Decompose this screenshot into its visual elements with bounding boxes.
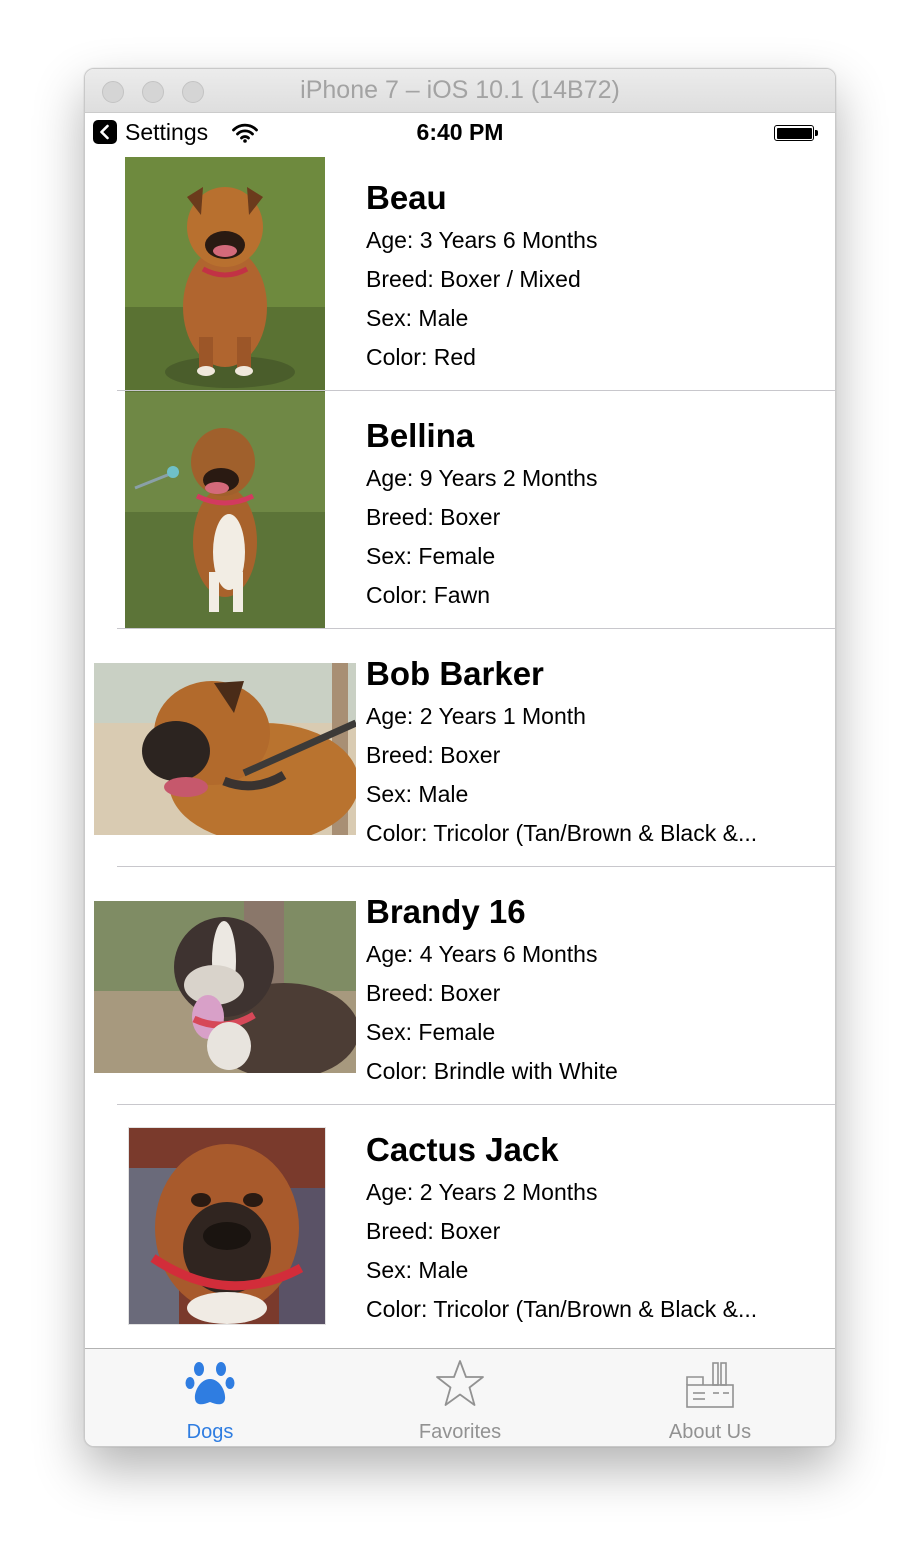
dog-list[interactable]: Beau Age: 3 Years 6 Months Breed: Boxer … — [85, 153, 835, 1349]
dog-row-bob-barker[interactable]: Bob Barker Age: 2 Years 1 Month Breed: B… — [85, 629, 835, 867]
dog-breed: Breed: Boxer / Mixed — [366, 266, 581, 292]
simulator-window: iPhone 7 – iOS 10.1 (14B72) Settings 6:4… — [84, 68, 836, 1447]
dog-age: Age: 2 Years 2 Months — [366, 1179, 598, 1205]
dog-age: Age: 3 Years 6 Months — [366, 227, 598, 253]
battery-icon — [774, 125, 818, 141]
dog-breed: Breed: Boxer — [366, 980, 501, 1006]
dog-color: Color: Fawn — [366, 582, 490, 608]
dog-sex: Sex: Female — [366, 1019, 496, 1045]
dog-row-cactus-jack[interactable]: Cactus Jack Age: 2 Years 2 Months Breed:… — [85, 1105, 835, 1343]
dog-breed: Breed: Boxer — [366, 1218, 501, 1244]
clock: 6:40 PM — [416, 119, 504, 145]
tab-bar: Dogs Favorites About Us — [85, 1348, 835, 1446]
tab-label: Dogs — [186, 1421, 234, 1443]
dog-color: Color: Brindle with White — [366, 1058, 618, 1084]
status-bar: Settings 6:40 PM — [85, 113, 835, 153]
dog-photo — [94, 663, 356, 835]
dog-name: Beau — [366, 179, 447, 216]
dog-age: Age: 2 Years 1 Month — [366, 703, 586, 729]
window-titlebar: iPhone 7 – iOS 10.1 (14B72) — [85, 69, 835, 113]
paw-icon — [185, 1362, 235, 1405]
dog-row-beau[interactable]: Beau Age: 3 Years 6 Months Breed: Boxer … — [85, 153, 835, 393]
window-title: iPhone 7 – iOS 10.1 (14B72) — [300, 76, 620, 104]
star-icon — [436, 1360, 484, 1406]
dog-row-brandy-16[interactable]: Brandy 16 Age: 4 Years 6 Months Breed: B… — [85, 867, 835, 1105]
dog-color: Color: Red — [366, 344, 476, 370]
dog-photo — [94, 901, 356, 1073]
dog-sex: Sex: Male — [366, 781, 469, 807]
building-icon — [686, 1362, 734, 1408]
tab-label: About Us — [668, 1421, 752, 1443]
dog-breed: Breed: Boxer — [366, 742, 501, 768]
dog-color: Color: Tricolor (Tan/Brown & Black &... — [366, 820, 758, 846]
dog-age: Age: 9 Years 2 Months — [366, 465, 598, 491]
dog-name: Bob Barker — [366, 655, 544, 692]
tab-dogs[interactable]: Dogs — [85, 1349, 335, 1446]
tab-label: Favorites — [418, 1421, 502, 1443]
dog-age: Age: 4 Years 6 Months — [366, 941, 598, 967]
dog-sex: Sex: Male — [366, 305, 469, 331]
dog-color: Color: Tricolor (Tan/Brown & Black &... — [366, 1296, 758, 1322]
dog-name: Brandy 16 — [366, 893, 526, 930]
dog-sex: Sex: Male — [366, 1257, 469, 1283]
dog-name: Cactus Jack — [366, 1131, 559, 1168]
dog-photo — [125, 392, 325, 628]
dog-row-bellina[interactable]: Bellina Age: 9 Years 2 Months Breed: Box… — [85, 391, 835, 629]
tab-favorites[interactable]: Favorites — [335, 1349, 585, 1446]
battery-level — [776, 127, 812, 139]
tab-about-us[interactable]: About Us — [585, 1349, 835, 1446]
dog-sex: Sex: Female — [366, 543, 496, 569]
dog-breed: Breed: Boxer — [366, 504, 501, 530]
dog-photo — [125, 157, 325, 393]
dog-name: Bellina — [366, 417, 475, 454]
dog-photo — [128, 1127, 326, 1325]
